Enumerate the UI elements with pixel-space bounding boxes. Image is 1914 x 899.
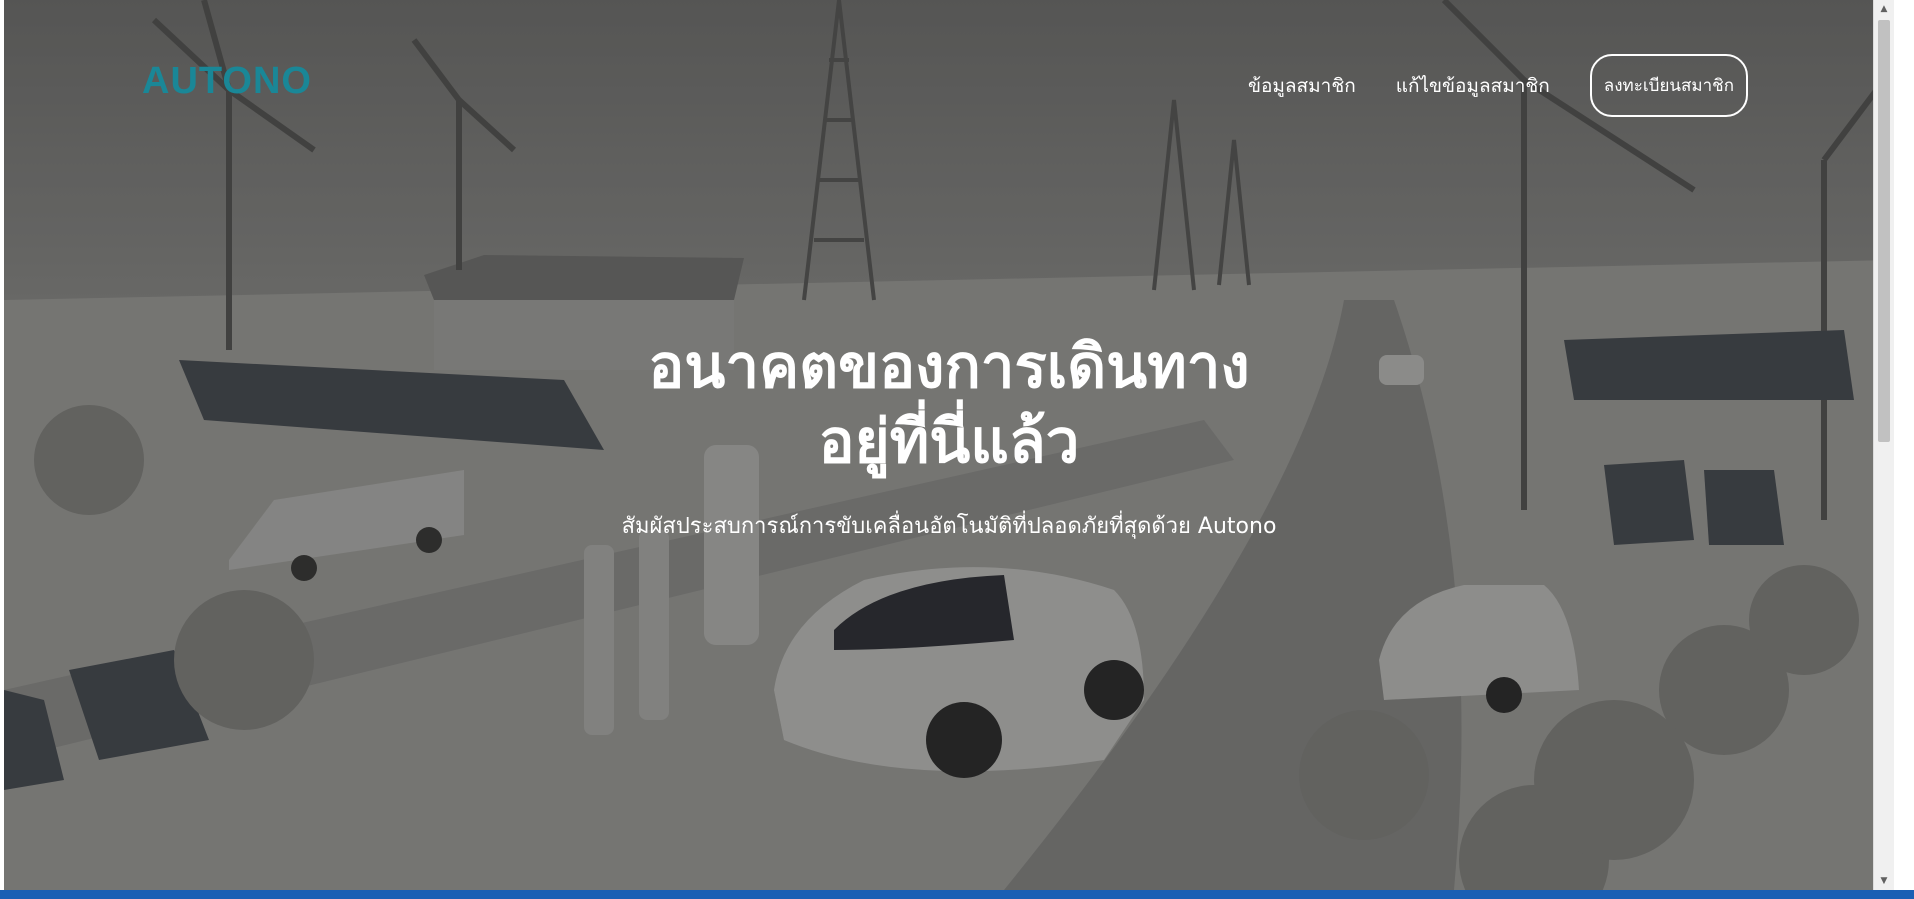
nav-link-member-info[interactable]: ข้อมูลสมาชิก [1248, 71, 1356, 101]
hero-title-line-1: อนาคตของการเดินทาง [648, 332, 1250, 402]
taskbar-strip [0, 890, 1914, 899]
hero-section: อนาคตของการเดินทาง อยู่ที่นี่แล้ว สัมผัส… [4, 330, 1894, 543]
logo[interactable]: AUTONO [142, 60, 312, 103]
hero-subtitle: สัมผัสประสบการณ์การขับเคลื่อนอัตโนมัติที… [621, 514, 1277, 539]
vertical-scrollbar[interactable]: ▲ ▼ [1873, 0, 1894, 890]
register-button[interactable]: ลงทะเบียนสมาชิก [1589, 54, 1748, 117]
scroll-up-icon[interactable]: ▲ [1874, 0, 1894, 18]
nav-link-edit-member-info[interactable]: แก้ไขข้อมูลสมาชิก [1396, 71, 1550, 101]
scrollbar-thumb[interactable] [1878, 20, 1890, 442]
page-viewport: AUTONO ข้อมูลสมาชิก แก้ไขข้อมูลสมาชิก ลง… [4, 0, 1894, 890]
scroll-down-icon[interactable]: ▼ [1874, 872, 1894, 890]
main-nav: ข้อมูลสมาชิก แก้ไขข้อมูลสมาชิก ลงทะเบียน… [1248, 54, 1748, 117]
hero-title-line-2: อยู่ที่นี่แล้ว [818, 407, 1080, 477]
